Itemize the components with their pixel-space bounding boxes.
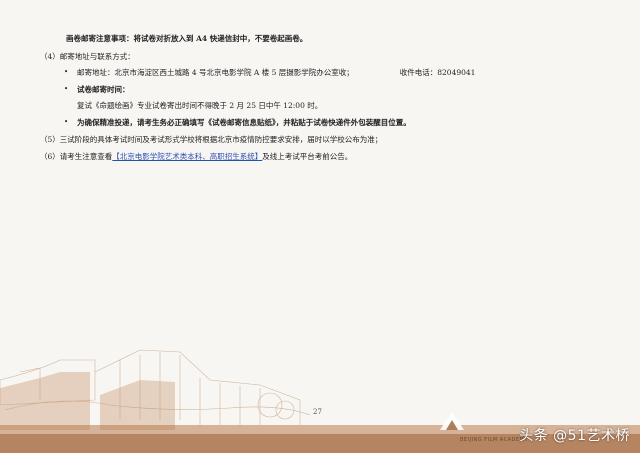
- academy-logo-text: BEIJING FILM ACADEMY: [460, 437, 528, 443]
- document-page: 画卷邮寄注意事项：将试卷对折放入到 A4 快递信封中，不要卷起画卷。 （4）邮寄…: [0, 0, 640, 453]
- watermark: 头条 @51艺术桥: [519, 428, 630, 444]
- campus-sketch-illustration: [0, 349, 640, 453]
